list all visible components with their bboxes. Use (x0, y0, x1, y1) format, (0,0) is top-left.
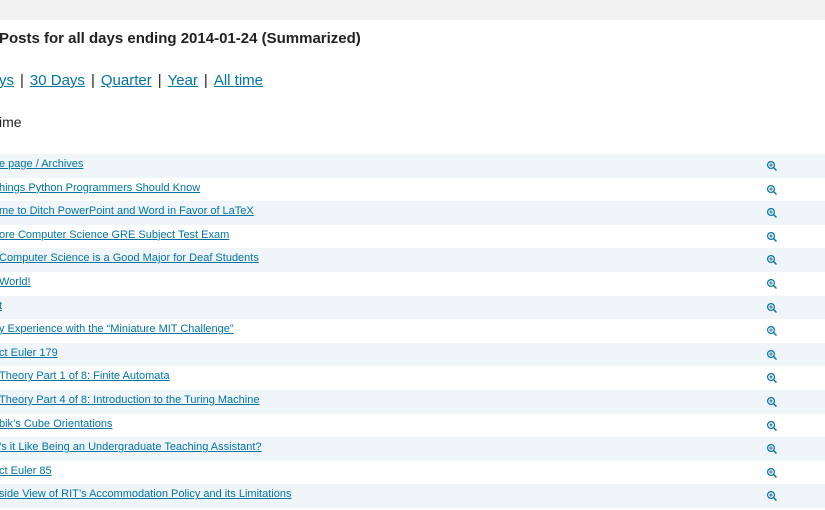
zoom-in-icon[interactable] (766, 324, 778, 337)
period-link-quarter[interactable]: Quarter (101, 72, 152, 89)
post-title-link[interactable]: me to Ditch PowerPoint and Word in Favor… (0, 205, 254, 217)
post-title-link[interactable]: e page / Archives (0, 158, 83, 170)
zoom-in-icon[interactable] (766, 442, 778, 455)
post-list: e page / Archives hings Python Programmer… (0, 154, 825, 508)
zoom-in-icon[interactable] (766, 371, 778, 384)
page-title: Posts for all days ending 2014-01-24 (Su… (0, 30, 361, 47)
list-item: bik’s Cube Orientations (0, 414, 825, 438)
post-title-link[interactable]: hings Python Programmers Should Know (0, 182, 200, 194)
list-item: ct Euler 85 (0, 461, 825, 485)
separator: | (20, 72, 24, 89)
post-title-link[interactable]: World! (0, 276, 31, 288)
list-item: Theory Part 1 of 8: Finite Automata (0, 366, 825, 390)
list-item: me to Ditch PowerPoint and Word in Favor… (0, 201, 825, 225)
post-title-link[interactable]: y Experience with the “Miniature MIT Cha… (0, 323, 234, 335)
zoom-in-icon[interactable] (766, 183, 778, 195)
post-title-link[interactable]: Computer Science is a Good Major for Dea… (0, 252, 259, 264)
post-title-link[interactable]: Theory Part 4 of 8: Introduction to the … (0, 394, 259, 406)
list-item: e page / Archives (0, 154, 825, 178)
post-title-link[interactable]: ore Computer Science GRE Subject Test Ex… (0, 229, 229, 241)
list-item: Computer Science is a Good Major for Dea… (0, 248, 825, 272)
zoom-in-icon[interactable] (766, 230, 778, 242)
period-link-all-time[interactable]: All time (214, 72, 263, 89)
zoom-in-icon[interactable] (766, 206, 778, 219)
list-item: ct Euler 179 (0, 342, 825, 367)
post-title-link[interactable]: t (0, 300, 2, 312)
zoom-in-icon[interactable] (766, 159, 778, 171)
period-nav: ys | 30 Days | Quarter | Year | All time (0, 72, 263, 89)
zoom-in-icon[interactable] (766, 301, 778, 313)
post-title-link[interactable]: bik’s Cube Orientations (0, 418, 113, 430)
list-item: y Experience with the “Miniature MIT Cha… (0, 319, 825, 343)
zoom-in-icon[interactable] (766, 253, 778, 266)
post-title-link[interactable]: side View of RIT’s Accommodation Policy … (0, 488, 291, 500)
post-title-link[interactable]: ’s it Like Being an Undergraduate Teachi… (0, 441, 262, 453)
zoom-in-icon[interactable] (766, 419, 778, 431)
list-item: hings Python Programmers Should Know (0, 178, 825, 202)
zoom-in-icon[interactable] (766, 395, 778, 407)
zoom-in-icon[interactable] (766, 489, 778, 502)
list-item: ’s it Like Being an Undergraduate Teachi… (0, 437, 825, 461)
zoom-in-icon[interactable] (766, 466, 778, 478)
separator: | (203, 72, 208, 89)
period-link-year[interactable]: Year (168, 72, 198, 89)
zoom-in-icon[interactable] (766, 277, 778, 289)
post-title-link[interactable]: Theory Part 1 of 8: Finite Automata (0, 370, 170, 382)
list-item: Theory Part 4 of 8: Introduction to the … (0, 389, 825, 414)
post-title-link[interactable]: ct Euler 179 (0, 347, 58, 359)
list-item: ore Computer Science GRE Subject Test Ex… (0, 225, 825, 249)
top-bar (0, 0, 825, 20)
post-title-link[interactable]: ct Euler 85 (0, 465, 52, 477)
period-link-7-days[interactable]: ys (0, 72, 14, 89)
separator: | (90, 72, 95, 89)
zoom-in-icon[interactable] (766, 348, 778, 360)
separator: | (157, 72, 162, 89)
list-item: t (0, 295, 825, 320)
period-link-30-days[interactable]: 30 Days (30, 72, 85, 89)
list-item: World! (0, 272, 825, 296)
list-item: side View of RIT’s Accommodation Policy … (0, 484, 825, 508)
section-heading: ime (0, 114, 22, 130)
